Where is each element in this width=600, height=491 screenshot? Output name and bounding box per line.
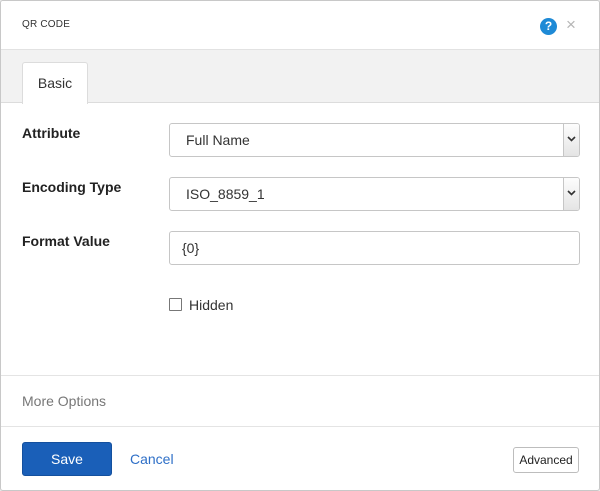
hidden-checkbox-label: Hidden [189,297,234,313]
qr-code-dialog: QR CODE ? × Basic Attribute Full Name En… [0,0,600,491]
save-button[interactable]: Save [22,442,112,476]
attribute-label: Attribute [22,125,81,141]
chevron-down-icon[interactable] [563,178,579,210]
hidden-checkbox[interactable] [169,298,182,311]
help-icon[interactable]: ? [540,18,557,35]
format-value-label: Format Value [22,233,110,249]
dialog-header: QR CODE ? × [1,1,599,50]
format-value-input[interactable]: {0} [169,231,580,265]
more-options-toggle[interactable]: More Options [22,393,106,409]
encoding-type-select-value: ISO_8859_1 [186,186,265,202]
divider [1,426,599,427]
attribute-select[interactable]: Full Name [169,123,580,157]
dialog-title: QR CODE [22,19,71,30]
cancel-link[interactable]: Cancel [130,451,174,467]
chevron-down-icon[interactable] [563,124,579,156]
advanced-button[interactable]: Advanced [513,447,579,473]
tab-basic[interactable]: Basic [22,62,88,104]
divider [1,375,599,376]
attribute-select-value: Full Name [186,132,250,148]
tab-bar: Basic [1,50,599,104]
encoding-type-label: Encoding Type [22,179,122,195]
close-icon[interactable]: × [566,15,576,35]
encoding-type-select[interactable]: ISO_8859_1 [169,177,580,211]
